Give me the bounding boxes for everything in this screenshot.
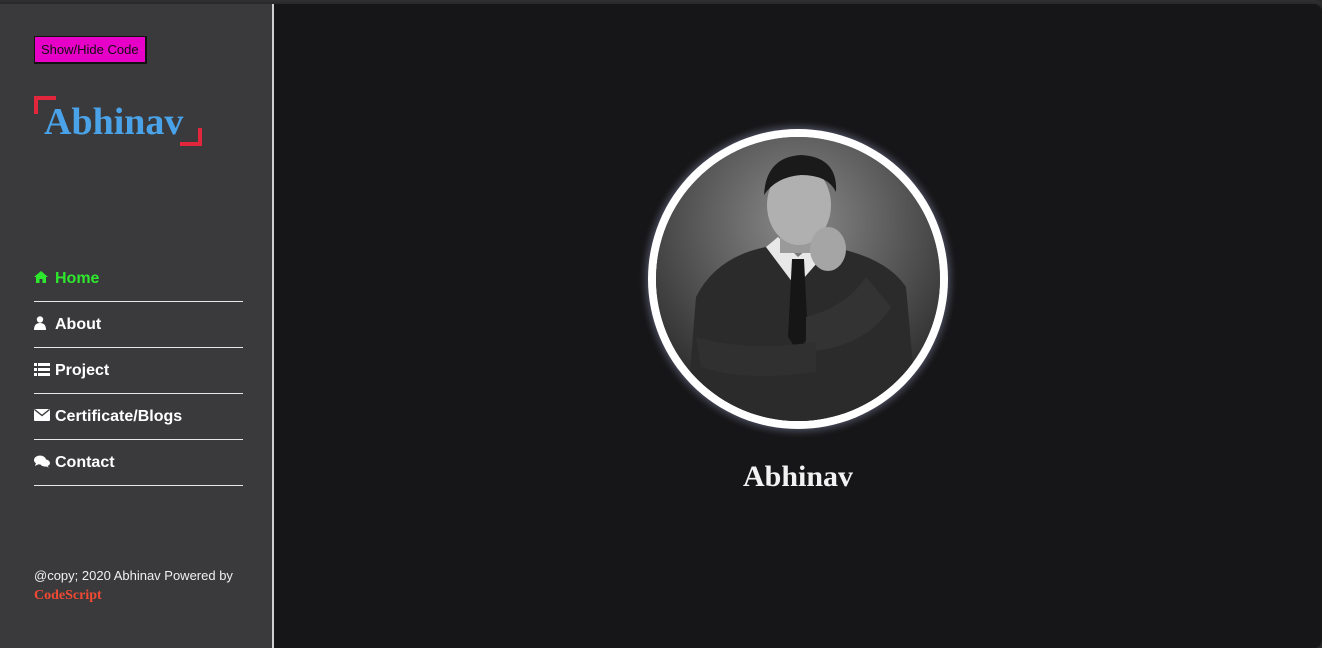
footer-copyright: @copy; 2020 Abhinav Powered by — [34, 568, 233, 583]
logo-bracket-bottom-right — [180, 128, 202, 146]
nav-item-contact[interactable]: Contact — [34, 440, 243, 486]
app-window: Show/Hide Code Abhinav Home About Projec… — [0, 0, 1322, 648]
nav-item-about[interactable]: About — [34, 302, 243, 348]
nav-item-label: About — [55, 315, 102, 333]
main-content: Abhinav — [274, 4, 1322, 648]
logo-text: Abhinav — [44, 101, 184, 143]
sidebar: Show/Hide Code Abhinav Home About Projec… — [0, 4, 272, 648]
nav-item-label: Project — [55, 361, 110, 379]
nav-item-label: Home — [55, 269, 100, 287]
list-icon — [34, 362, 51, 379]
nav-item-label: Contact — [55, 453, 115, 471]
footer: @copy; 2020 Abhinav Powered by CodeScrip… — [34, 566, 233, 606]
profile-name: Abhinav — [742, 460, 854, 493]
nav-item-label: Certificate/Blogs — [55, 407, 183, 425]
profile-photo-frame — [648, 129, 948, 429]
user-icon — [34, 316, 51, 333]
show-hide-code-button[interactable]: Show/Hide Code — [34, 36, 147, 64]
profile-photo — [656, 137, 940, 421]
sidebar-nav: Home About Project Certificate/Blogs Con… — [34, 256, 243, 486]
comments-icon — [34, 455, 51, 471]
site-logo[interactable]: Abhinav — [34, 96, 202, 146]
nav-item-certificate-blogs[interactable]: Certificate/Blogs — [34, 394, 243, 440]
nav-item-home[interactable]: Home — [34, 256, 243, 302]
home-icon — [34, 271, 51, 286]
footer-codescript-link[interactable]: CodeScript — [34, 586, 233, 606]
nav-item-project[interactable]: Project — [34, 348, 243, 394]
envelope-icon — [34, 408, 51, 424]
